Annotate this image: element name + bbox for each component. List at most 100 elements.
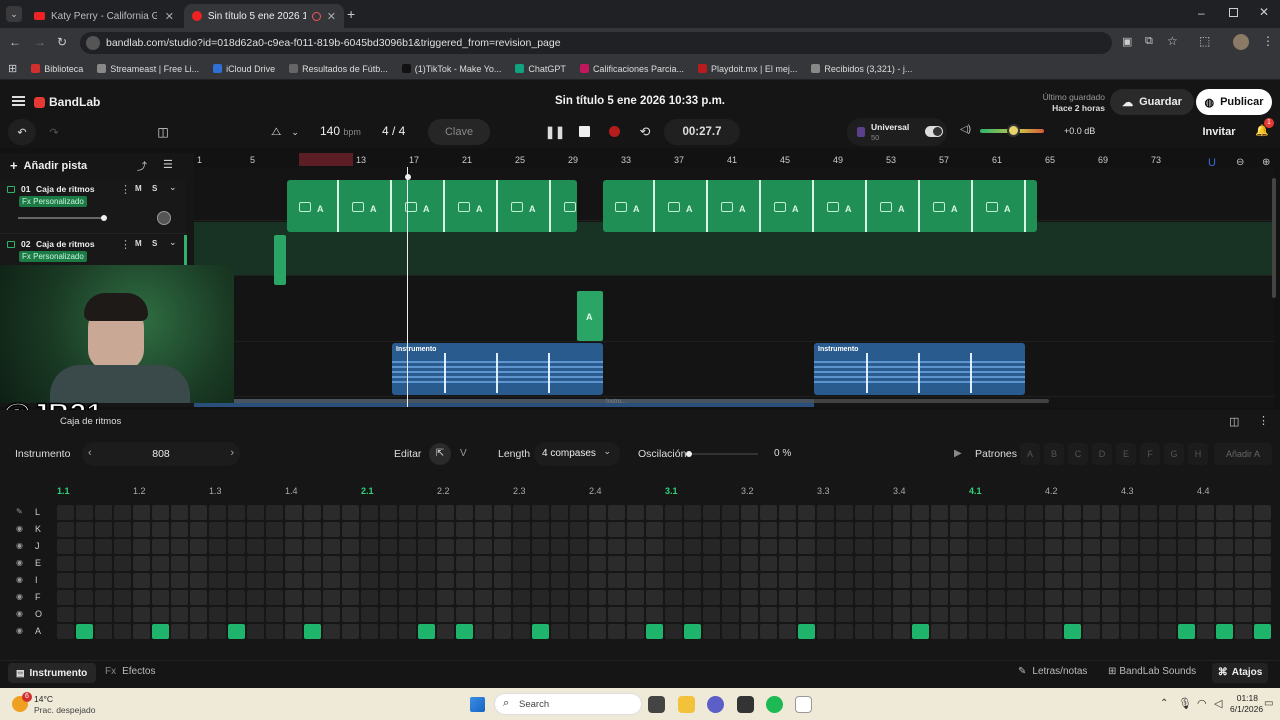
record-button[interactable] [609, 126, 620, 137]
publish-button[interactable]: ◍ Publicar [1196, 89, 1272, 115]
step-cell[interactable] [532, 522, 549, 537]
step-cell[interactable] [779, 624, 796, 639]
drum-clip-small[interactable] [274, 235, 286, 285]
step-cell[interactable] [342, 624, 359, 639]
step-cell[interactable] [722, 556, 739, 571]
step-cell[interactable] [931, 522, 948, 537]
step-cell[interactable] [1216, 556, 1233, 571]
step-cell[interactable] [323, 624, 340, 639]
edit-select-tool[interactable]: ⇱ [429, 443, 451, 465]
step-cell[interactable] [684, 522, 701, 537]
step-cell[interactable] [912, 590, 929, 605]
editor-panel-icon[interactable]: ◫ [1229, 415, 1239, 428]
step-cell[interactable] [874, 607, 891, 622]
step-cell[interactable] [1197, 573, 1214, 588]
step-cell[interactable] [1102, 624, 1119, 639]
step-cell[interactable] [912, 607, 929, 622]
step-cell[interactable] [836, 607, 853, 622]
step-cell[interactable] [1026, 607, 1043, 622]
tab-bandlab[interactable]: Sin título 5 ene 2026 10:33 p. ✕ [184, 4, 344, 28]
step-cell[interactable] [399, 505, 416, 520]
step-cell[interactable] [418, 505, 435, 520]
step-cell[interactable] [950, 556, 967, 571]
step-cell[interactable] [437, 590, 454, 605]
step-cell[interactable] [475, 590, 492, 605]
editor-menu-icon[interactable]: ⋮ [1258, 414, 1269, 427]
step-cell[interactable] [1197, 505, 1214, 520]
close-tab-icon[interactable]: ✕ [165, 10, 174, 23]
loop-region[interactable] [299, 153, 353, 166]
step-cell[interactable] [703, 573, 720, 588]
step-cell[interactable] [494, 607, 511, 622]
step-cell[interactable] [703, 607, 720, 622]
step-cell[interactable] [589, 607, 606, 622]
step-cell[interactable] [570, 505, 587, 520]
back-icon[interactable]: ← [9, 35, 21, 49]
step-cell[interactable] [209, 505, 226, 520]
drum-clip-small[interactable]: A [577, 291, 603, 341]
step-cell[interactable] [285, 522, 302, 537]
step-cell[interactable] [1140, 505, 1157, 520]
step-cell[interactable] [266, 539, 283, 554]
step-cell[interactable] [475, 556, 492, 571]
step-cell[interactable] [836, 505, 853, 520]
step-cell[interactable] [665, 522, 682, 537]
step-cell[interactable] [779, 573, 796, 588]
step-cell[interactable] [228, 539, 245, 554]
step-cell[interactable] [228, 607, 245, 622]
step-cell[interactable] [285, 573, 302, 588]
step-cell[interactable] [874, 573, 891, 588]
step-cell[interactable] [532, 624, 549, 639]
step-cell[interactable] [133, 607, 150, 622]
step-cell[interactable] [95, 505, 112, 520]
pattern-key-f[interactable]: F [1140, 443, 1160, 465]
step-cell[interactable] [304, 556, 321, 571]
step-cell[interactable] [760, 607, 777, 622]
solo-button[interactable]: S [152, 239, 157, 248]
step-cell[interactable] [456, 505, 473, 520]
step-cell[interactable] [608, 624, 625, 639]
step-cell[interactable] [95, 522, 112, 537]
step-cell[interactable] [703, 522, 720, 537]
invite-button[interactable]: Invitar [1194, 119, 1244, 145]
step-cell[interactable] [589, 590, 606, 605]
step-cell[interactable] [133, 573, 150, 588]
step-cell[interactable] [760, 573, 777, 588]
step-cell[interactable] [817, 573, 834, 588]
step-cell[interactable] [95, 573, 112, 588]
track-menu-icon[interactable]: ⋮ [120, 183, 131, 196]
step-cell[interactable] [760, 522, 777, 537]
step-cell[interactable] [589, 522, 606, 537]
step-cell[interactable] [361, 573, 378, 588]
step-cell[interactable] [722, 522, 739, 537]
step-cell[interactable] [1197, 556, 1214, 571]
step-cell[interactable] [342, 556, 359, 571]
step-cell[interactable] [779, 522, 796, 537]
step-cell[interactable] [532, 539, 549, 554]
step-cell[interactable] [190, 539, 207, 554]
step-cell[interactable] [456, 590, 473, 605]
step-cell[interactable] [1235, 573, 1252, 588]
step-cell[interactable] [190, 607, 207, 622]
step-cell[interactable] [171, 573, 188, 588]
step-cell[interactable] [969, 539, 986, 554]
step-cell[interactable] [1197, 522, 1214, 537]
step-cell[interactable] [152, 522, 169, 537]
pattern-key-d[interactable]: D [1092, 443, 1112, 465]
step-cell[interactable] [456, 624, 473, 639]
step-cell[interactable] [133, 539, 150, 554]
step-cell[interactable] [1045, 607, 1062, 622]
row-sample-icon[interactable]: ◉ [16, 592, 23, 601]
step-cell[interactable] [323, 556, 340, 571]
fx-badge[interactable]: Fx Personalizado [19, 196, 87, 207]
step-cell[interactable] [456, 539, 473, 554]
speaker-mute-icon[interactable]: ◁) [960, 124, 971, 135]
task-view-icon[interactable] [648, 696, 665, 713]
volume-icon[interactable]: ◁ [1214, 697, 1222, 710]
step-cell[interactable] [1178, 522, 1195, 537]
step-cell[interactable] [836, 556, 853, 571]
step-cell[interactable] [684, 624, 701, 639]
step-cell[interactable] [988, 624, 1005, 639]
step-cell[interactable] [1178, 607, 1195, 622]
step-cell[interactable] [703, 590, 720, 605]
